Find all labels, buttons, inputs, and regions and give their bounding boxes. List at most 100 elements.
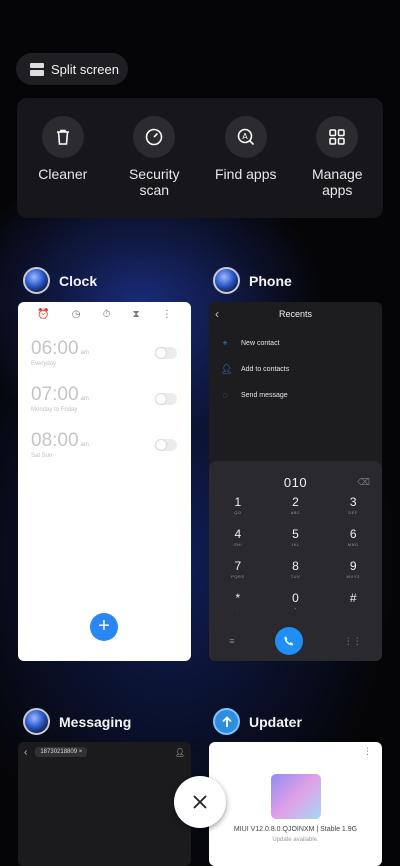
dial-keys: 1 QO 2 ABC 3 DEF 4 GHI 5 JKL 6 MNO 7 PQRS 8 TUV … xyxy=(209,494,382,622)
manage-apps-button[interactable]: Manage apps xyxy=(297,116,377,218)
dial-key: 3 DEF xyxy=(324,494,382,526)
alarm-item: 06:00 am Everyday xyxy=(18,338,191,384)
dial-key-digit: # xyxy=(349,591,357,605)
phone-app-header[interactable]: Phone xyxy=(213,267,292,294)
alarm-ampm: am xyxy=(80,442,89,448)
dialpad-grid-icon: ⋮⋮ xyxy=(343,635,362,646)
more-icon: ⋮ xyxy=(363,746,372,756)
messaging-app-header[interactable]: Messaging xyxy=(23,708,131,735)
clear-all-button[interactable] xyxy=(174,776,226,828)
add-to-contacts-label: Add to contacts xyxy=(241,365,290,373)
grid-apps-icon xyxy=(316,116,359,158)
dial-key-digit: 3 xyxy=(349,495,357,509)
dial-key-letters: , xyxy=(237,606,239,611)
alarm-days: Monday to Friday xyxy=(31,407,78,413)
add-alarm-button: + xyxy=(90,613,118,641)
send-message-item: ◌ Send message xyxy=(209,382,382,408)
shield-check-icon xyxy=(133,116,176,158)
alarm-days: Everyday xyxy=(31,361,57,367)
dial-key-digit: 7 xyxy=(234,559,242,573)
back-arrow-icon: ‹ xyxy=(215,307,219,321)
manage-apps-label: Manage apps xyxy=(311,166,363,198)
dial-key-digit: 5 xyxy=(292,527,299,541)
dial-key-letters: WXYZ xyxy=(346,574,360,579)
alarm-toggle xyxy=(155,393,177,405)
cleaner-button[interactable]: Cleaner xyxy=(23,116,103,218)
dial-key: 5 JKL xyxy=(267,526,325,558)
dial-key: # xyxy=(324,590,382,622)
recents-header: ‹ Recents xyxy=(209,302,382,326)
recipient-number: 18730218809 xyxy=(40,749,78,755)
security-scan-button[interactable]: Security scan xyxy=(114,116,194,218)
alarm-ampm: am xyxy=(80,350,89,356)
phone-app-card[interactable]: ‹ Recents + New contact 👤︎ Add to contac… xyxy=(209,302,382,661)
dial-key-digit: 0 xyxy=(292,591,299,605)
back-arrow-icon: ‹ xyxy=(24,746,28,758)
contact-icon: 👤︎ xyxy=(174,747,185,757)
clock-app-icon xyxy=(23,267,50,294)
alarm-toggle xyxy=(155,347,177,359)
trash-icon xyxy=(41,116,84,158)
dial-key: *, xyxy=(209,590,267,622)
alarm-time: 06:00 xyxy=(31,338,79,359)
updater-app-card[interactable]: ⋮ MIUI V12.0.8.0.QJOINXM | Stable 1.9G U… xyxy=(209,742,382,866)
svg-text:A: A xyxy=(242,132,248,141)
menu-icon: ≡ xyxy=(229,636,235,646)
new-contact-label: New contact xyxy=(241,339,280,347)
search-apps-icon: A xyxy=(224,116,267,158)
dial-key-digit: 2 xyxy=(292,495,299,509)
messaging-app-icon xyxy=(23,708,50,735)
updater-app-name: Updater xyxy=(249,713,302,730)
updater-app-header[interactable]: Updater xyxy=(213,708,302,735)
dial-key-digit: 6 xyxy=(349,527,357,541)
dial-key: 8 TUV xyxy=(267,558,325,590)
new-contact-item: + New contact xyxy=(209,330,382,356)
call-button xyxy=(275,627,304,655)
find-apps-button[interactable]: A Find apps xyxy=(206,116,286,218)
dial-key: 6 MNO xyxy=(324,526,382,558)
timer-icon: ⧗ xyxy=(132,308,140,320)
update-status: Update available. xyxy=(272,837,319,843)
recipient-chip: 18730218809 × xyxy=(35,747,88,757)
alarm-time: 07:00 xyxy=(31,384,79,405)
dial-key-letters: JKL xyxy=(291,542,300,547)
clock-app-header[interactable]: Clock xyxy=(23,267,97,294)
clock-app-card[interactable]: ⏰ ◷ ⏱ ⧗ ⋮ 06:00 am Everyday 07:00 am Monda… xyxy=(18,302,191,661)
dial-key: 1 QO xyxy=(209,494,267,526)
cleaner-label: Cleaner xyxy=(38,166,88,182)
alarm-toggle xyxy=(155,439,177,451)
dial-key-digit: 1 xyxy=(234,495,242,509)
phone-app-icon xyxy=(213,267,240,294)
plus-icon: + xyxy=(222,338,228,348)
alarm-time: 08:00 xyxy=(31,430,79,451)
messaging-app-card[interactable]: ‹ 18730218809 × 👤︎ xyxy=(18,742,191,866)
clock-app-name: Clock xyxy=(59,272,98,289)
dial-key-letters: TUV xyxy=(290,574,301,579)
alarm-item: 07:00 am Monday to Friday xyxy=(18,384,191,430)
send-message-label: Send message xyxy=(241,391,288,399)
find-apps-label: Find apps xyxy=(215,166,277,182)
dial-key: 7 PQRS xyxy=(209,558,267,590)
dial-key-letters: PQRS xyxy=(231,574,245,579)
more-icon: ⋮ xyxy=(161,308,172,320)
dialpad: 010 ⌫ 1 QO 2 ABC 3 DEF 4 GHI 5 JKL 6 MNO 7 PQRS… xyxy=(209,461,382,661)
person-icon: 👤︎ xyxy=(221,363,233,374)
dial-key-digit: 4 xyxy=(234,527,242,541)
dial-key-letters: QO xyxy=(234,510,242,515)
dialpad-actions: ≡ ⋮⋮ xyxy=(209,627,382,655)
phone-app-name: Phone xyxy=(249,272,292,289)
message-icon: ◌ xyxy=(222,390,228,400)
world-clock-icon: ◷ xyxy=(71,308,81,320)
alarm-item: 08:00 am Sat Sun xyxy=(18,430,191,476)
alarm-ampm: am xyxy=(80,396,89,402)
dial-key: 0 + xyxy=(267,590,325,622)
split-screen-icon xyxy=(30,62,44,76)
security-scan-label: Security scan xyxy=(128,166,180,198)
update-version: MIUI V12.0.8.0.QJOINXM | Stable 1.9G xyxy=(233,826,358,833)
split-screen-button[interactable]: Split screen xyxy=(16,53,128,85)
add-to-contacts-item: 👤︎ Add to contacts xyxy=(209,356,382,382)
quick-tools-panel: Cleaner Security scan A Find apps Manage… xyxy=(17,98,383,218)
recents-title: Recents xyxy=(278,309,313,319)
messaging-topbar: ‹ 18730218809 × 👤︎ xyxy=(18,742,191,762)
dial-key: 9 WXYZ xyxy=(324,558,382,590)
